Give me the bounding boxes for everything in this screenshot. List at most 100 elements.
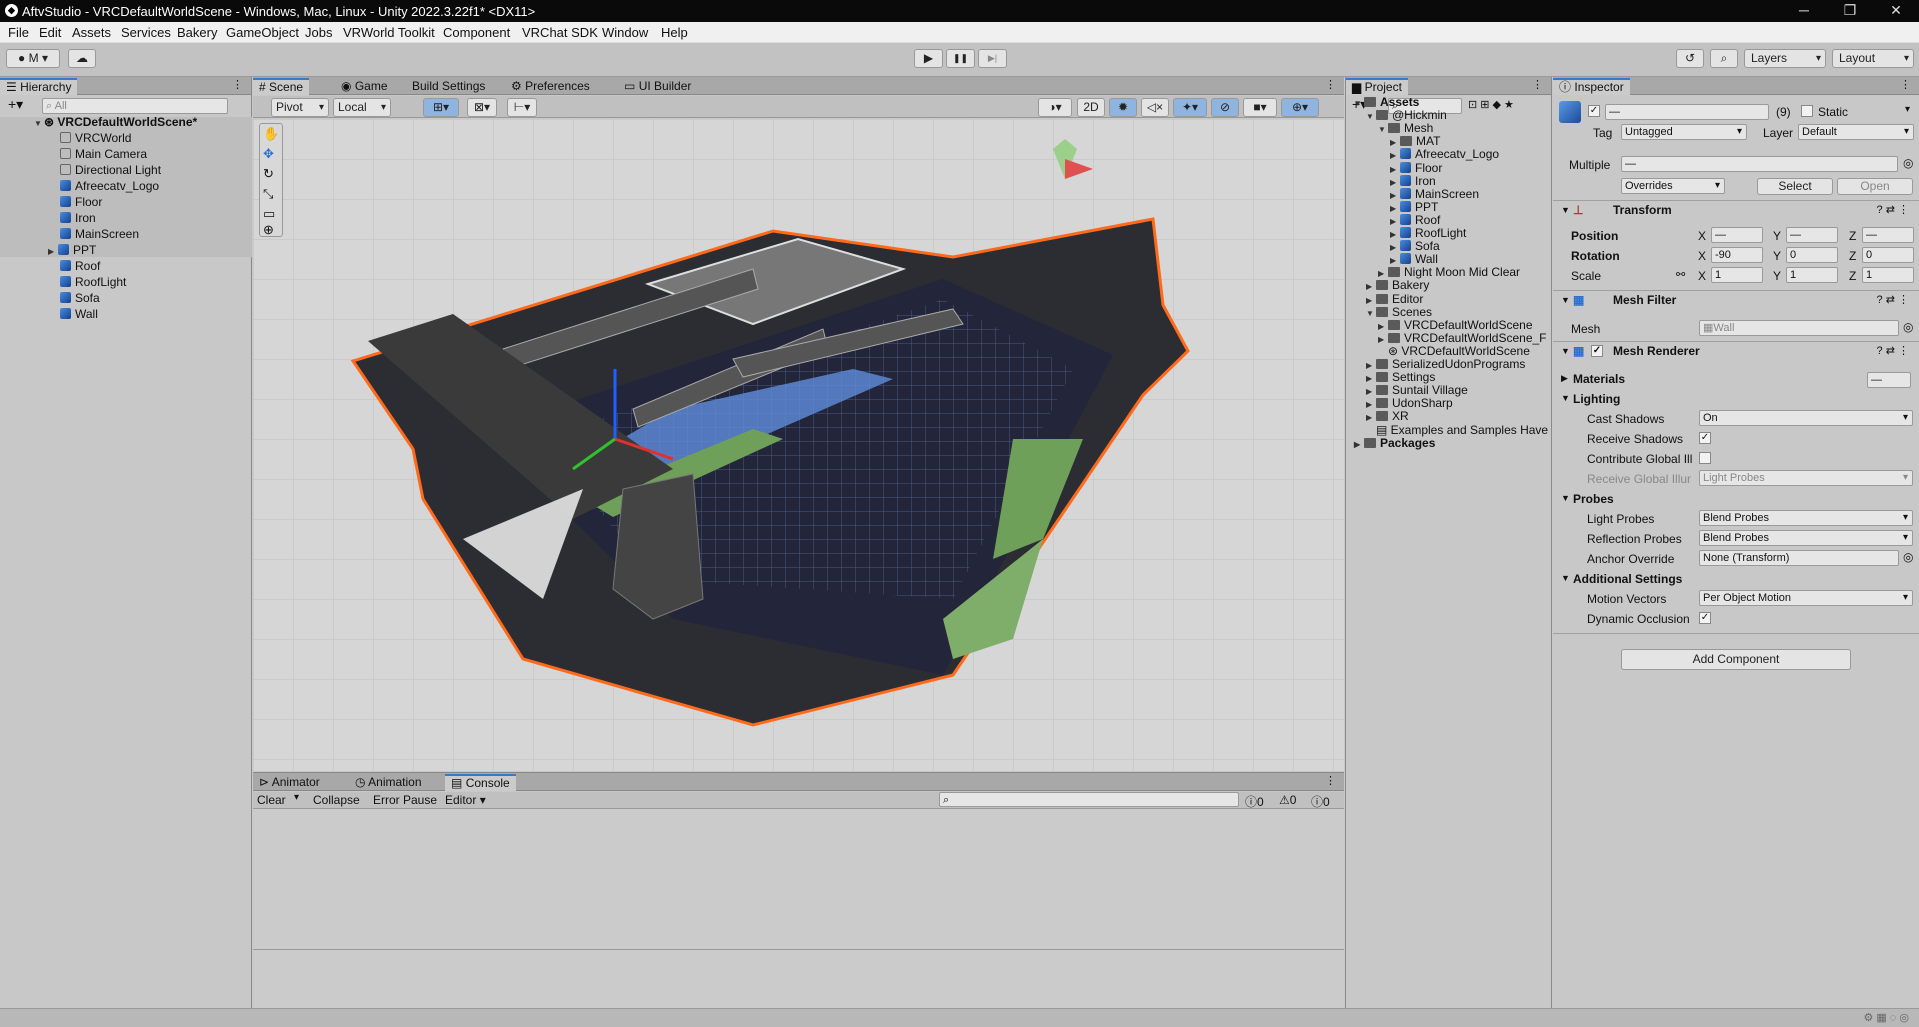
rect-tool-icon[interactable]: ▭ [263,206,275,222]
clear-button[interactable]: Clear [257,793,286,807]
mesh-renderer-enabled-checkbox[interactable]: ✓ [1591,345,1603,357]
expand-arrow-icon[interactable]: ▼ [1366,306,1376,322]
tab-preferences[interactable]: ⚙ Preferences [505,78,596,95]
history-button[interactable]: ↺ [1676,49,1704,68]
scale-tool-icon[interactable]: ⤡ [263,186,273,202]
object-picker-icon[interactable]: ◎ [1903,320,1913,334]
step-button[interactable]: ▶| [978,49,1007,68]
play-button[interactable]: ▶ [914,49,943,68]
scale-y-field[interactable]: 1 [1786,267,1838,283]
cloud-button[interactable]: ☁ [68,49,96,68]
pause-button[interactable]: ❚❚ [946,49,975,68]
collapse-arrow-icon[interactable]: ▼ [1561,342,1570,360]
more-options-icon[interactable]: ⋮ [232,78,243,91]
hierarchy-item-rooflight[interactable]: RoofLight [60,274,126,290]
lighting-label[interactable]: Lighting [1573,392,1620,406]
scene-viewport[interactable]: ✋ ✥ ↻ ⤡ ▭ ⊕ [253,119,1344,771]
motion-vectors-dropdown[interactable]: Per Object Motion [1699,590,1913,606]
toggle-2d-button[interactable]: 2D [1077,98,1105,117]
menu-vrchat-sdk[interactable]: VRChat SDK [522,25,598,40]
filter-icons[interactable]: ⊡ ⊞ ◆ ★ [1468,98,1514,111]
mesh-renderer-header[interactable]: ▼ ▦ ✓ Mesh Renderer ? ⇄ ⋮ [1553,341,1919,360]
menu-edit[interactable]: Edit [39,25,61,40]
tab-inspector[interactable]: ⓘ Inspector [1553,78,1630,95]
materials-label[interactable]: Materials [1573,372,1625,386]
local-dropdown[interactable]: Local [333,98,391,117]
expand-arrow-icon[interactable]: ▼ [1366,109,1376,125]
scale-z-field[interactable]: 1 [1862,267,1914,283]
receive-shadows-checkbox[interactable]: ✓ [1699,432,1711,444]
light-probes-dropdown[interactable]: Blend Probes [1699,510,1913,526]
hierarchy-item-directional-light[interactable]: Directional Light [60,162,161,178]
pivot-dropdown[interactable]: Pivot [271,98,329,117]
tab-game[interactable]: ◉ Game [335,78,394,95]
menu-services[interactable]: Services [121,25,171,40]
hidden-objects-toggle[interactable]: ⊘ [1211,98,1239,117]
menu-file[interactable]: File [8,25,29,40]
status-icons[interactable]: ⚙ ▦ ◌ ◎ [1863,1011,1909,1024]
static-dropdown[interactable]: ▾ [1905,104,1910,115]
maximize-button[interactable]: ❐ [1827,0,1873,22]
tag-dropdown[interactable]: Untagged [1621,124,1747,140]
tab-console[interactable]: ▤ Console [445,774,516,791]
gizmos-button[interactable]: ⊕▾ [1281,98,1319,117]
close-button[interactable]: ✕ [1873,0,1919,22]
menu-window[interactable]: Window [602,25,648,40]
scale-x-field[interactable]: 1 [1711,267,1763,283]
camera-settings-button[interactable]: ■▾ [1243,98,1277,117]
add-component-button[interactable]: Add Component [1621,649,1851,670]
tab-build-settings[interactable]: Build Settings [406,78,491,95]
hierarchy-item-main-camera[interactable]: Main Camera [60,146,147,162]
collapse-arrow-icon[interactable]: ▼ [1561,393,1570,403]
shading-mode-button[interactable]: ◑▾ [1038,98,1072,117]
menu-assets[interactable]: Assets [72,25,111,40]
hierarchy-item-afreecatv-logo[interactable]: Afreecatv_Logo [60,178,159,194]
account-button[interactable]: ● M ▾ [6,49,60,68]
hierarchy-item-vrcworld[interactable]: VRCWorld [60,130,131,146]
console-divider[interactable] [253,949,1344,950]
move-tool-icon[interactable]: ✥ [263,146,274,162]
layers-dropdown[interactable]: Layers [1744,49,1826,68]
mesh-filter-header[interactable]: ▼ ▦ Mesh Filter ? ⇄ ⋮ [1553,290,1919,309]
collapse-arrow-icon[interactable]: ▼ [1561,201,1570,219]
expand-arrow-icon[interactable]: ▶ [1561,373,1568,384]
collapse-arrow-icon[interactable]: ▼ [1561,291,1570,309]
menu-help[interactable]: Help [661,25,688,40]
position-y-field[interactable]: — [1786,227,1838,243]
multiple-field[interactable]: — [1621,156,1898,172]
collapse-arrow-icon[interactable]: ▼ [1561,493,1570,503]
link-icon[interactable]: ⚯ [1676,268,1685,281]
additional-settings-label[interactable]: Additional Settings [1573,572,1682,586]
probes-label[interactable]: Probes [1573,492,1614,506]
transform-header[interactable]: ▼ ⊥ Transform ? ⇄ ⋮ [1553,200,1919,219]
console-log-list[interactable] [253,809,1344,1008]
expand-arrow-icon[interactable]: ▼ [1354,96,1364,112]
rotation-x-field[interactable]: -90 [1711,247,1763,263]
ruler-button[interactable]: ⊢▾ [507,98,537,117]
object-picker-icon[interactable]: ◎ [1903,550,1913,564]
hierarchy-item-mainscreen[interactable]: MainScreen [60,226,139,242]
more-options-icon[interactable]: ⋮ [1532,78,1543,91]
menu-gameobject[interactable]: GameObject [226,25,299,40]
search-button[interactable]: ⌕ [1710,49,1738,68]
tab-ui-builder[interactable]: ▭ UI Builder [618,78,697,95]
hierarchy-item-sofa[interactable]: Sofa [60,290,100,306]
select-prefab-button[interactable]: Select [1757,178,1833,195]
grid-snap-button[interactable]: ⊞▾ [423,98,459,117]
more-options-icon[interactable]: ⋮ [1325,78,1336,91]
overrides-dropdown[interactable]: Overrides [1621,178,1725,194]
hierarchy-item-ppt[interactable]: ▶ PPT [48,242,96,258]
menu-jobs[interactable]: Jobs [305,25,332,40]
menu-bakery[interactable]: Bakery [177,25,217,40]
hierarchy-item-iron[interactable]: Iron [60,210,96,226]
tab-scene[interactable]: # Scene [253,78,310,95]
hierarchy-item-roof[interactable]: Roof [60,258,100,274]
rotate-tool-icon[interactable]: ↻ [263,166,274,182]
dynamic-occlusion-checkbox[interactable]: ✓ [1699,612,1711,624]
info-count[interactable]: ⓘ0 [1245,793,1264,810]
static-checkbox[interactable] [1801,105,1813,117]
contribute-gi-checkbox[interactable] [1699,452,1711,464]
collapse-button[interactable]: Collapse [313,793,360,807]
layout-dropdown[interactable]: Layout [1832,49,1914,68]
hierarchy-item-floor[interactable]: Floor [60,194,102,210]
